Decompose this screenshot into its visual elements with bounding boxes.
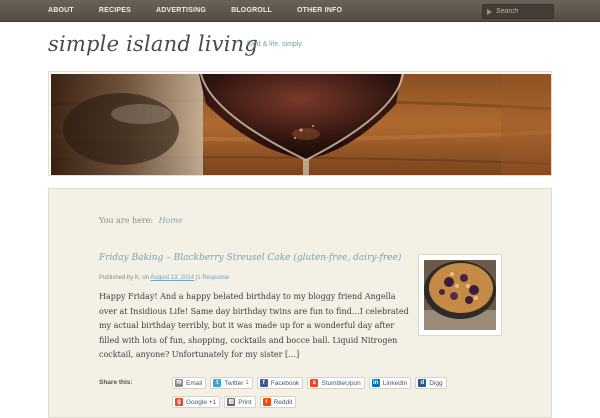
share-buttons: ✉ Email t Twitter 1 f Facebook s StumbleUpon … <box>172 377 482 408</box>
share-label-digg: Digg <box>429 379 443 387</box>
share-label-twitter: Twitter <box>224 379 244 387</box>
nav-item-advertising[interactable]: ADVERTISING <box>156 7 206 14</box>
share-label-facebook: Facebook <box>270 379 300 387</box>
nav-item-about[interactable]: ABOUT <box>48 7 74 14</box>
twitter-icon: t <box>213 379 222 387</box>
linkedin-icon: in <box>371 379 380 387</box>
share-label-stumbleupon: StumbleUpon <box>321 379 361 387</box>
reddit-icon: r <box>262 398 271 406</box>
meta-on: on <box>142 275 150 281</box>
post-excerpt: Happy Friday! And a happy belated birthd… <box>99 292 409 359</box>
breadcrumb-home-link[interactable]: Home <box>159 216 183 225</box>
blackberry-cake-photo <box>424 260 496 330</box>
post-title-link[interactable]: Friday Baking – Blackberry Streusel Cake… <box>99 253 401 263</box>
meta-prefix: Published by <box>99 275 134 281</box>
search-input[interactable] <box>492 8 548 15</box>
wine-glasses-photo <box>51 74 551 175</box>
breadcrumb: You are here: Home <box>99 216 183 225</box>
site-title[interactable]: simple island living <box>48 32 258 56</box>
nav-item-blogroll[interactable]: BLOGROLL <box>231 7 272 14</box>
share-facebook-button[interactable]: f Facebook <box>256 377 304 389</box>
share-stumbleupon-button[interactable]: s StumbleUpon <box>307 377 365 389</box>
share-label-linkedin: LinkedIn <box>382 379 408 387</box>
main-content: You are here: Home Friday Baking – Black… <box>48 188 552 418</box>
post-date: August 13, 2014 <box>150 275 195 281</box>
share-label: Share this: <box>99 379 133 386</box>
stumbleupon-icon: s <box>310 379 319 387</box>
top-navigation: ABOUT RECIPES ADVERTISING BLOGROLL OTHER… <box>0 0 600 22</box>
share-print-button[interactable]: ▤ Print <box>224 396 256 408</box>
email-icon: ✉ <box>175 379 183 387</box>
nav-item-recipes[interactable]: RECIPES <box>99 7 131 14</box>
share-label-email: Email <box>186 379 203 387</box>
header-banner-image <box>48 71 552 176</box>
share-twitter-button[interactable]: t Twitter 1 <box>210 377 253 389</box>
nav-item-other-info[interactable]: OTHER INFO <box>297 7 342 14</box>
twitter-count: 1 <box>245 380 249 386</box>
share-digg-button[interactable]: d Digg <box>415 377 447 389</box>
digg-icon: d <box>418 379 427 387</box>
share-linkedin-button[interactable]: in LinkedIn <box>368 377 412 389</box>
share-google-plus-button[interactable]: g Google +1 <box>172 396 221 408</box>
breadcrumb-prefix: You are here: <box>99 216 154 225</box>
post-meta: Published by K. on August 13, 2014 |1 Re… <box>99 275 229 281</box>
print-icon: ▤ <box>227 398 236 406</box>
google-plus-icon: g <box>175 398 183 406</box>
facebook-icon: f <box>259 379 268 387</box>
search-box <box>482 4 554 19</box>
responses-link[interactable]: 1 Response <box>197 275 229 281</box>
share-email-button[interactable]: ✉ Email <box>172 377 207 389</box>
share-reddit-button[interactable]: r Reddit <box>259 396 297 408</box>
site-tagline: food & life. simply. <box>247 41 304 48</box>
post-thumbnail[interactable] <box>418 254 502 336</box>
post-author[interactable]: K. <box>135 275 141 281</box>
nav-menu: ABOUT RECIPES ADVERTISING BLOGROLL OTHER… <box>48 0 367 21</box>
